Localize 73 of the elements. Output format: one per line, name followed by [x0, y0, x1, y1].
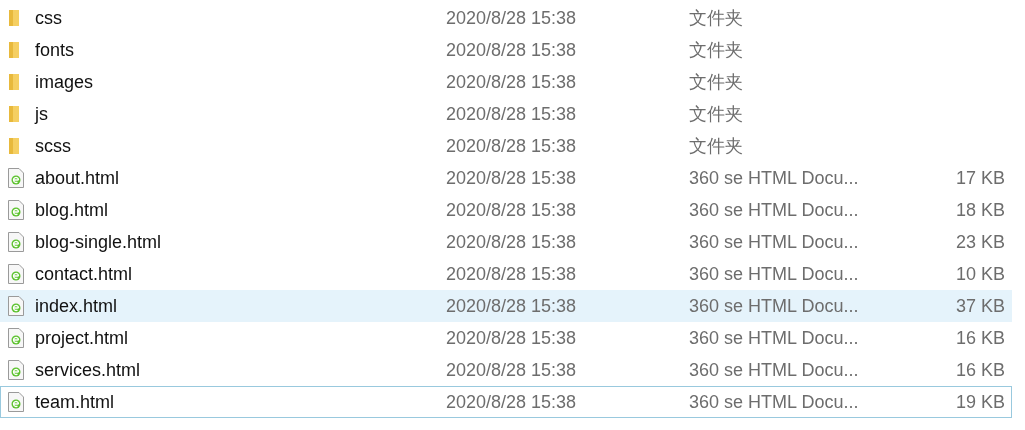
document-icon: [8, 232, 24, 252]
file-row[interactable]: blog-single.html 2020/8/28 15:38 360 se HTML Docu... 23 KB: [0, 226, 1012, 258]
modified-date: 2020/8/28 15:38: [446, 295, 577, 316]
folder-icon: [8, 105, 20, 123]
file-size: 10 KB: [955, 263, 1005, 284]
file-row[interactable]: images 2020/8/28 15:38 文件夹: [0, 66, 1012, 98]
document-icon: [8, 200, 24, 220]
document-icon: [8, 360, 24, 380]
document-icon: [8, 264, 24, 284]
file-size: 16 KB: [955, 359, 1005, 380]
file-name: project.html: [35, 327, 129, 348]
file-row[interactable]: team.html 2020/8/28 15:38 360 se HTML Docu... 19 KB: [0, 386, 1012, 418]
file-type: 360 se HTML Docu...: [689, 295, 859, 316]
file-row[interactable]: contact.html 2020/8/28 15:38 360 se HTML Docu... 10 KB: [0, 258, 1012, 290]
file-name: scss: [35, 135, 71, 156]
folder-icon: [8, 9, 20, 27]
document-icon: [8, 392, 24, 412]
folder-icon: [8, 41, 20, 59]
file-type: 文件夹: [689, 71, 743, 92]
file-name: images: [35, 71, 94, 92]
file-size: 37 KB: [955, 295, 1005, 316]
document-icon: [8, 328, 24, 348]
modified-date: 2020/8/28 15:38: [446, 71, 577, 92]
file-row[interactable]: project.html 2020/8/28 15:38 360 se HTML Docu... 16 KB: [0, 322, 1012, 354]
file-row[interactable]: services.html 2020/8/28 15:38 360 se HTML Docu... 16 KB: [0, 354, 1012, 386]
file-type: 360 se HTML Docu...: [689, 359, 859, 380]
modified-date: 2020/8/28 15:38: [446, 199, 577, 220]
file-type: 360 se HTML Docu...: [689, 167, 859, 188]
file-name: js: [35, 103, 48, 124]
file-type: 360 se HTML Docu...: [689, 231, 859, 252]
file-name: about.html: [35, 167, 120, 188]
file-row[interactable]: fonts 2020/8/28 15:38 文件夹: [0, 34, 1012, 66]
file-type: 360 se HTML Docu...: [689, 199, 859, 220]
file-row[interactable]: index.html 2020/8/28 15:38 360 se HTML Docu... 37 KB: [0, 290, 1012, 322]
file-size: 16 KB: [955, 327, 1005, 348]
file-type: 360 se HTML Docu...: [689, 263, 859, 284]
modified-date: 2020/8/28 15:38: [446, 7, 577, 28]
modified-date: 2020/8/28 15:38: [446, 263, 577, 284]
file-type: 文件夹: [689, 135, 743, 156]
file-type: 360 se HTML Docu...: [689, 391, 859, 412]
document-icon: [8, 296, 24, 316]
modified-date: 2020/8/28 15:38: [446, 327, 577, 348]
file-row[interactable]: css 2020/8/28 15:38 文件夹: [0, 2, 1012, 34]
file-type: 文件夹: [689, 7, 743, 28]
folder-icon: [8, 137, 20, 155]
file-row[interactable]: about.html 2020/8/28 15:38 360 se HTML Docu... 17 KB: [0, 162, 1012, 194]
file-name: contact.html: [35, 263, 133, 284]
document-icon: [8, 168, 24, 188]
modified-date: 2020/8/28 15:38: [446, 391, 577, 412]
modified-date: 2020/8/28 15:38: [446, 103, 577, 124]
file-name: css: [35, 7, 62, 28]
folder-icon: [8, 73, 20, 91]
modified-date: 2020/8/28 15:38: [446, 167, 577, 188]
file-size: 23 KB: [955, 231, 1005, 252]
file-size: 18 KB: [955, 199, 1005, 220]
file-size: 17 KB: [955, 167, 1005, 188]
file-type: 文件夹: [689, 39, 743, 60]
modified-date: 2020/8/28 15:38: [446, 359, 577, 380]
modified-date: 2020/8/28 15:38: [446, 135, 577, 156]
file-name: fonts: [35, 39, 75, 60]
file-type: 360 se HTML Docu...: [689, 327, 859, 348]
file-name: blog.html: [35, 199, 109, 220]
file-name: index.html: [35, 295, 118, 316]
file-name: team.html: [35, 391, 115, 412]
file-row[interactable]: blog.html 2020/8/28 15:38 360 se HTML Docu... 18 KB: [0, 194, 1012, 226]
file-size: 19 KB: [955, 391, 1005, 412]
modified-date: 2020/8/28 15:38: [446, 39, 577, 60]
file-row[interactable]: scss 2020/8/28 15:38 文件夹: [0, 130, 1012, 162]
file-row[interactable]: js 2020/8/28 15:38 文件夹: [0, 98, 1012, 130]
modified-date: 2020/8/28 15:38: [446, 231, 577, 252]
file-type: 文件夹: [689, 103, 743, 124]
file-name: services.html: [35, 359, 141, 380]
file-name: blog-single.html: [35, 231, 162, 252]
